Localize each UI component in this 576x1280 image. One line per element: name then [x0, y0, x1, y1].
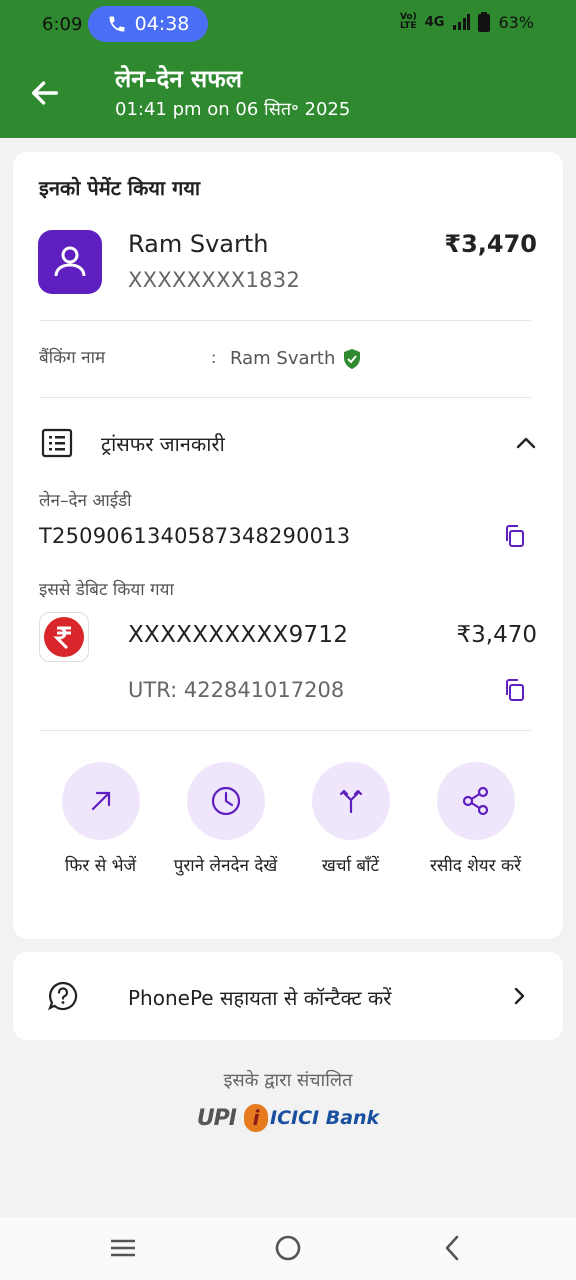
page-title: लेन–देन सफल [115, 65, 243, 93]
share-receipt-label: रसीद शेयर करें [429, 856, 522, 876]
send-again-button[interactable]: फिर से भेजें [38, 762, 163, 880]
receipt-list-icon [41, 428, 73, 458]
back-arrow-icon[interactable] [28, 76, 62, 110]
utr-number: UTR: 422841017208 [128, 678, 345, 702]
user-icon [54, 246, 86, 277]
bank-logo [39, 612, 89, 662]
help-question-icon [47, 981, 78, 1011]
banking-name-value: Ram Svarth [230, 348, 336, 369]
divider [39, 730, 531, 731]
divider [39, 397, 531, 398]
quick-actions: फिर से भेजें पुराने लेनदेन देखें खर्चा ब… [13, 762, 563, 912]
transaction-datetime: 01:41 pm on 06 सित॰ 2025 [115, 99, 351, 120]
icici-mark-icon: i [244, 1104, 268, 1132]
debit-amount: ₹3,470 [456, 622, 537, 648]
call-timer: 04:38 [134, 13, 190, 35]
partner-logos: UPI i ICICI Bank [0, 1104, 576, 1132]
status-bar: 6:09 04:38 Vo) LTE 4G 63% [0, 0, 576, 46]
clock-icon [211, 786, 240, 816]
home-circle-icon[interactable] [273, 1233, 303, 1263]
send-again-label: फिर से भेजें [64, 856, 137, 876]
upi-logo: UPI [196, 1105, 237, 1131]
view-history-label: पुराने लेनदेन देखें [173, 856, 278, 876]
payment-amount: ₹3,470 [444, 230, 537, 258]
split-icon [339, 789, 362, 814]
volte-indicator: Vo) LTE [399, 12, 417, 31]
payee-avatar [38, 230, 102, 294]
phone-icon [109, 16, 125, 32]
network-type: 4G [424, 14, 445, 30]
view-history-button[interactable]: पुराने लेनदेन देखें [163, 762, 288, 880]
paid-to-label: इनको पेमेंट किया गया [39, 176, 201, 200]
chevron-right-icon [514, 987, 525, 1005]
system-nav-bar [0, 1217, 576, 1280]
share-icon [462, 786, 488, 816]
split-expense-label: खर्चा बाँटें [321, 856, 380, 876]
powered-by-label: इसके द्वारा संचालित [223, 1070, 353, 1091]
signal-icon [453, 14, 471, 30]
icici-bank-text: ICICI Bank [270, 1107, 380, 1129]
verified-shield-icon [344, 348, 361, 369]
banking-name-colon: : [211, 348, 217, 367]
chevron-up-icon[interactable] [515, 432, 537, 454]
battery-icon [478, 12, 491, 32]
arrow-up-right-icon [91, 791, 110, 811]
transaction-id-label: लेन–देन आईडी [39, 491, 132, 511]
banking-name-label: बैंकिंग नाम [39, 348, 106, 368]
copy-icon[interactable] [503, 678, 527, 702]
recent-apps-icon[interactable] [108, 1233, 138, 1263]
payee-name: Ram Svarth [128, 230, 269, 258]
payee-account: XXXXXXXX1832 [128, 268, 301, 292]
contact-support-row[interactable]: PhonePe सहायता से कॉन्टैक्ट करें [13, 952, 563, 1040]
status-time: 6:09 [42, 14, 83, 35]
icici-bank-logo: i ICICI Bank [244, 1104, 379, 1132]
debited-from-label: इससे डेबिट किया गया [39, 580, 174, 600]
back-chevron-icon[interactable] [438, 1233, 468, 1263]
divider [39, 320, 531, 321]
rupee-icon [53, 626, 71, 649]
ongoing-call-pill[interactable]: 04:38 [88, 6, 208, 42]
banking-name: Ram Svarth [230, 348, 361, 369]
header-bar: 6:09 04:38 Vo) LTE 4G 63% लेन–देन सफल 01:… [0, 0, 576, 138]
share-receipt-button[interactable]: रसीद शेयर करें [413, 762, 538, 880]
status-icons: Vo) LTE 4G 63% [400, 12, 534, 32]
transaction-details-card: इनको पेमेंट किया गया Ram Svarth XXXXXXXX… [13, 152, 563, 939]
contact-support-label: PhonePe सहायता से कॉन्टैक्ट करें [128, 986, 392, 1010]
copy-icon[interactable] [503, 524, 527, 548]
split-expense-button[interactable]: खर्चा बाँटें [288, 762, 413, 880]
debit-account: XXXXXXXXXX9712 [128, 622, 349, 648]
transaction-id: T2509061340587348290013 [39, 524, 351, 548]
transfer-details-title: ट्रांसफर जानकारी [101, 432, 225, 456]
battery-level: 63% [498, 12, 534, 32]
